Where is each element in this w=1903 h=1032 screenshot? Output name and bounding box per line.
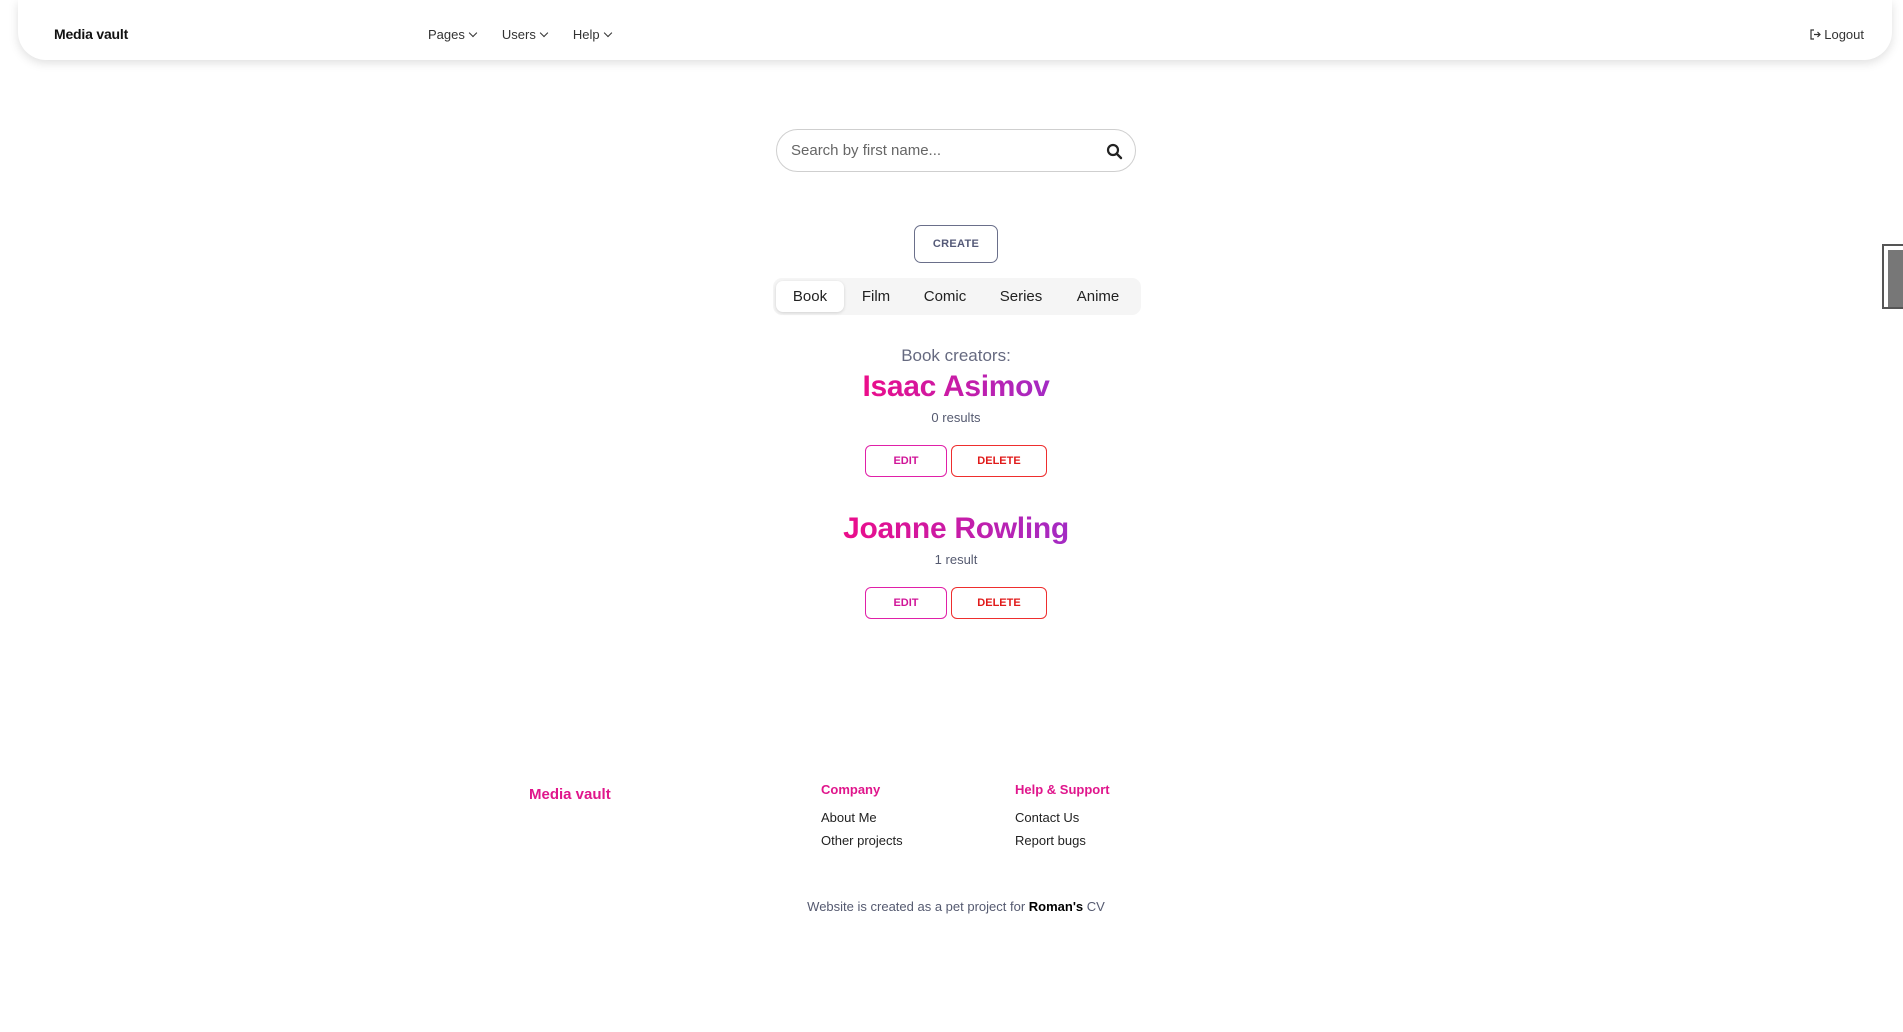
search-box — [776, 129, 1136, 172]
edit-button[interactable]: EDIT — [865, 445, 947, 477]
side-badge-fill — [1888, 250, 1903, 307]
creator-name: Joanne Rowling — [843, 512, 1069, 545]
footer-note-suffix: CV — [1083, 899, 1105, 914]
creator-actions: EDIT DELETE — [0, 445, 1903, 477]
nav-pages-dropdown[interactable]: Pages — [428, 27, 478, 42]
tab-book[interactable]: Book — [776, 281, 844, 312]
creator-actions: EDIT DELETE — [0, 587, 1903, 619]
nav-menu: Pages Users Help — [428, 27, 612, 42]
edit-button[interactable]: EDIT — [865, 587, 947, 619]
nav-users-label: Users — [501, 27, 536, 42]
chevron-down-icon — [468, 28, 478, 37]
media-type-tabs: Book Film Comic Series Anime — [773, 278, 1141, 315]
tab-comic[interactable]: Comic — [908, 281, 982, 312]
footer-support-column: Help & Support Contact Us Report bugs — [1015, 782, 1110, 852]
chevron-down-icon — [603, 28, 612, 37]
search-input[interactable] — [791, 130, 1091, 171]
delete-button[interactable]: DELETE — [951, 445, 1047, 477]
logout-label: Logout — [1824, 27, 1864, 42]
footer-brand[interactable]: Media vault — [529, 786, 611, 803]
search-icon[interactable] — [1106, 143, 1123, 160]
section-title: Book creators: — [901, 346, 1011, 365]
creator-results-count: 1 result — [934, 552, 978, 567]
nav-help-dropdown[interactable]: Help — [572, 27, 612, 42]
tab-anime[interactable]: Anime — [1060, 281, 1136, 312]
logout-icon — [1810, 29, 1822, 40]
creator-results-count: 0 results — [931, 410, 981, 425]
footer-link-other-projects[interactable]: Other projects — [821, 829, 903, 852]
creator-card: Joanne Rowling 1 result EDIT DELETE — [0, 512, 1903, 619]
creator-card: Isaac Asimov 0 results EDIT DELETE — [0, 370, 1903, 477]
nav-users-dropdown[interactable]: Users — [501, 27, 549, 42]
footer-company-heading: Company — [821, 782, 881, 797]
footer-author-link[interactable]: Roman's — [1029, 899, 1083, 914]
tab-series[interactable]: Series — [982, 281, 1060, 312]
creator-name: Isaac Asimov — [862, 370, 1050, 403]
side-floating-badge[interactable] — [1882, 244, 1903, 309]
footer-link-report-bugs[interactable]: Report bugs — [1015, 829, 1110, 852]
nav-pages-label: Pages — [428, 27, 465, 42]
top-navbar: Media vault Pages Users Help Logout — [18, 0, 1892, 60]
footer-company-column: Company About Me Other projects — [821, 782, 903, 852]
footer-support-heading: Help & Support — [1015, 782, 1110, 797]
logout-button[interactable]: Logout — [1810, 27, 1864, 42]
brand-logo[interactable]: Media vault — [54, 26, 128, 42]
delete-button[interactable]: DELETE — [951, 587, 1047, 619]
create-button[interactable]: CREATE — [914, 225, 998, 263]
nav-help-label: Help — [572, 27, 600, 42]
tab-film[interactable]: Film — [844, 281, 908, 312]
chevron-down-icon — [539, 28, 549, 37]
footer-link-about-me[interactable]: About Me — [821, 806, 903, 829]
footer-note: Website is created as a pet project for … — [0, 899, 1903, 914]
footer-note-prefix: Website is created as a pet project for — [807, 899, 1029, 914]
footer-link-contact-us[interactable]: Contact Us — [1015, 806, 1110, 829]
